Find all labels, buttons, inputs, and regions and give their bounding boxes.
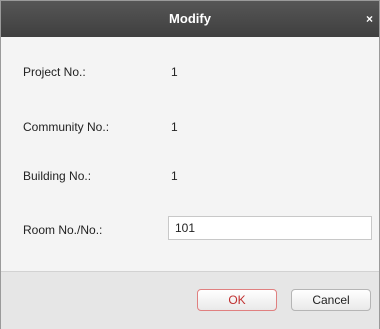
room-no-label: Room No./No.:: [23, 223, 103, 237]
room-no-row: Room No./No.:: [1, 216, 379, 240]
project-no-label: Project No.:: [23, 65, 86, 79]
dialog-content: Project No.: 1 Community No.: 1 Building…: [1, 37, 379, 271]
room-no-input[interactable]: [168, 216, 372, 240]
building-no-value: 1: [171, 169, 178, 183]
cancel-button[interactable]: Cancel: [291, 289, 371, 311]
dialog-titlebar[interactable]: Modify ×: [1, 1, 379, 37]
close-icon[interactable]: ×: [366, 1, 373, 37]
community-no-label: Community No.:: [23, 120, 110, 134]
project-no-value: 1: [171, 65, 178, 79]
modify-dialog: Modify × Project No.: 1 Community No.: 1…: [0, 0, 380, 329]
community-no-row: Community No.: 1: [1, 117, 379, 137]
dialog-title: Modify: [169, 11, 211, 26]
building-no-row: Building No.: 1: [1, 166, 379, 186]
community-no-value: 1: [171, 120, 178, 134]
ok-button[interactable]: OK: [197, 289, 277, 311]
building-no-label: Building No.:: [23, 169, 92, 183]
project-no-row: Project No.: 1: [1, 62, 379, 82]
dialog-footer: OK Cancel: [1, 271, 379, 329]
